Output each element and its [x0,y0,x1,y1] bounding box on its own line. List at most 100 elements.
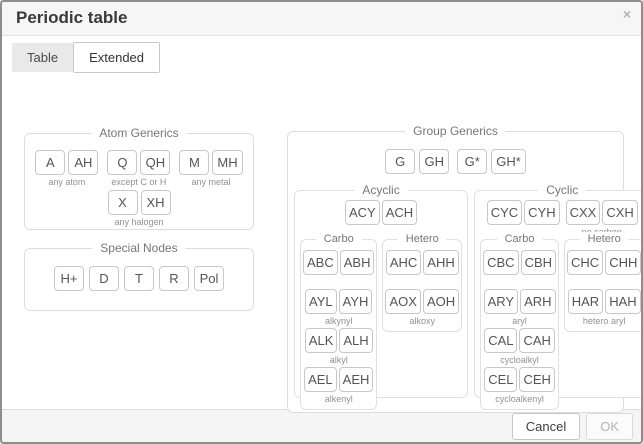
alk-button[interactable]: ALK [305,328,338,353]
aryl-label: aryl [512,316,527,328]
cyclic-legend: Cyclic [538,183,586,198]
dialog-header: Periodic table × [2,2,641,36]
any-halogen-group: X XH any halogen [108,190,171,229]
row-group: CEL CEH cycloalkenyl [483,367,556,406]
alh-button[interactable]: ALH [339,328,372,353]
ary-button[interactable]: ARY [484,289,519,314]
any-atom-label: any atom [48,177,85,189]
row-group: HAR HAH hetero aryl [567,289,641,328]
special-nodes-legend: Special Nodes [92,241,185,256]
atom-generics-section: Atom Generics A AH any atom Q QH except … [24,133,254,230]
r-button[interactable]: R [159,266,189,291]
m-button[interactable]: M [179,150,209,175]
dialog-body: Table Extended Atom Generics A AH any at… [2,36,641,409]
cancel-button[interactable]: Cancel [512,413,580,440]
row-group: ALK ALH alkyl [303,328,374,367]
h-plus-button[interactable]: H+ [54,266,84,291]
arh-button[interactable]: ARH [520,289,555,314]
pol-button[interactable]: Pol [194,266,224,291]
alkyl-label: alkyl [330,355,348,367]
cel-button[interactable]: CEL [484,367,517,392]
row-group: ABC ABH [303,250,374,289]
any-metal-group: M MH any metal [179,150,242,189]
qh-button[interactable]: QH [140,150,170,175]
cyclic-section: Cyclic CYC CYH CXX CXH [474,190,643,398]
cbc-button[interactable]: CBC [483,250,518,275]
except-c-h-label: except C or H [111,177,166,189]
cah-button[interactable]: CAH [519,328,554,353]
x-button[interactable]: X [108,190,138,215]
cycloalkenyl-label: cycloalkenyl [495,394,544,406]
xh-button[interactable]: XH [141,190,171,215]
acyclic-hetero-section: Hetero AHC AHH AOX [382,239,462,332]
cxx-button[interactable]: CXX [566,200,601,225]
atom-generics-legend: Atom Generics [91,126,186,141]
q-button[interactable]: Q [107,150,137,175]
gh-star-button[interactable]: GH* [491,149,526,174]
row-group: CBC CBH [483,250,556,289]
row-group: AHC AHH [385,250,459,289]
close-icon[interactable]: × [623,7,631,21]
cyclic-hetero-legend: Hetero [580,232,629,247]
cyclic-carbo-legend: Carbo [497,232,543,247]
hah-button[interactable]: HAH [605,289,640,314]
periodic-table-dialog: Periodic table × Table Extended Atom Gen… [0,0,643,444]
aox-button[interactable]: AOX [385,289,420,314]
cxh-button[interactable]: CXH [602,200,637,225]
acyclic-hetero-legend: Hetero [398,232,447,247]
cbh-button[interactable]: CBH [521,250,556,275]
any-atom-group: A AH any atom [35,150,98,189]
ah-button[interactable]: AH [68,150,98,175]
group-generics-section: Group Generics G GH G* GH* Acyclic [287,131,624,413]
row-group: CAL CAH cycloalkyl [483,328,556,367]
cyc-button[interactable]: CYC [487,200,522,225]
ceh-button[interactable]: CEH [519,367,554,392]
ael-button[interactable]: AEL [304,367,337,392]
tab-extended[interactable]: Extended [73,42,160,73]
cyclic-hetero-section: Hetero CHC CHH HAR [564,239,643,332]
ahh-button[interactable]: AHH [423,250,458,275]
acyclic-section: Acyclic ACY ACH Carbo [294,190,468,398]
dialog-footer: Cancel OK [2,409,641,442]
ahc-button[interactable]: AHC [386,250,421,275]
abh-button[interactable]: ABH [340,250,375,275]
t-button[interactable]: T [124,266,154,291]
tab-bar: Table Extended [12,42,160,73]
alkenyl-label: alkenyl [325,394,353,406]
ayl-button[interactable]: AYL [305,289,337,314]
ayh-button[interactable]: AYH [339,289,373,314]
acy-button[interactable]: ACY [345,200,380,225]
chh-button[interactable]: CHH [605,250,641,275]
d-button[interactable]: D [89,266,119,291]
g-button[interactable]: G [385,149,415,174]
g-star-button[interactable]: G* [457,149,487,174]
gh-button[interactable]: GH [419,149,449,174]
cyh-button[interactable]: CYH [524,200,559,225]
mh-button[interactable]: MH [212,150,242,175]
row-group: AYL AYH alkynyl [303,289,374,328]
dialog-title: Periodic table [16,8,627,28]
acyclic-carbo-legend: Carbo [316,232,362,247]
cycloalkyl-label: cycloalkyl [500,355,539,367]
ok-button[interactable]: OK [586,413,633,440]
alkynyl-label: alkynyl [325,316,353,328]
ach-button[interactable]: ACH [382,200,417,225]
group-generics-legend: Group Generics [405,124,506,139]
row-group: AOX AOH alkoxy [385,289,459,328]
acyclic-carbo-section: Carbo ABC ABH AYL [300,239,377,410]
special-nodes-section: Special Nodes H+ D T R Pol [24,248,254,311]
har-button[interactable]: HAR [568,289,603,314]
aoh-button[interactable]: AOH [423,289,459,314]
row-group: CHC CHH [567,250,641,289]
tab-table[interactable]: Table [12,43,73,72]
cal-button[interactable]: CAL [484,328,517,353]
abc-button[interactable]: ABC [303,250,338,275]
alkoxy-label: alkoxy [410,316,436,328]
row-group: AEL AEH alkenyl [303,367,374,406]
hetero-aryl-label: hetero aryl [583,316,626,328]
a-button[interactable]: A [35,150,65,175]
cyclic-carbo-section: Carbo CBC CBH ARY [480,239,559,410]
any-metal-label: any metal [191,177,230,189]
aeh-button[interactable]: AEH [339,367,374,392]
chc-button[interactable]: CHC [567,250,603,275]
